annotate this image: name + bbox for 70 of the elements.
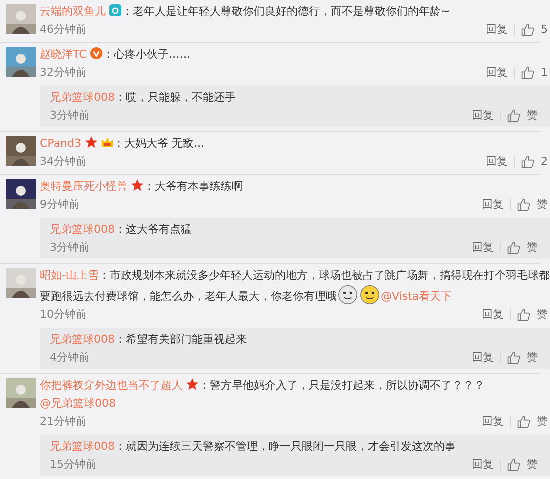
thumbs-up-icon[interactable]	[521, 22, 535, 36]
timestamp: 32分钟前	[40, 65, 87, 81]
like-count: 2	[541, 154, 548, 170]
badge-icon	[90, 47, 103, 60]
timestamp: 10分钟前	[40, 307, 87, 323]
comment-text: 你把裤衩穿外边也当不了超人 ：警方早他妈介入了，只是没打起来，所以协调不了？？？ @兄弟篮球008	[40, 377, 486, 412]
timestamp: 3分钟前	[50, 240, 90, 256]
thumbs-up-icon[interactable]	[507, 350, 521, 364]
username-link[interactable]: 赵晓洋TC	[40, 48, 87, 61]
like-count: 5	[541, 22, 548, 38]
mention-link[interactable]: @Vista看天下	[381, 290, 452, 303]
thumbs-up-icon[interactable]	[521, 154, 535, 168]
crown-icon	[100, 136, 114, 149]
like-count: 赞	[537, 197, 548, 213]
star-icon	[131, 179, 144, 192]
reply-link[interactable]: 回复	[482, 196, 504, 213]
comment-text: ：这大爷有点猛	[115, 223, 192, 236]
reply-link[interactable]: 回复	[472, 239, 494, 256]
timestamp: 4分钟前	[50, 350, 90, 366]
comment-text: CPand3 ：大妈大爷 无敌...	[40, 135, 206, 152]
reply-link[interactable]: 回复	[482, 413, 504, 430]
thumbs-up-icon[interactable]	[517, 198, 531, 212]
like-count: 赞	[527, 108, 538, 124]
reply-link[interactable]: 回复	[482, 306, 504, 323]
mention-link[interactable]: @兄弟篮球008	[40, 397, 116, 410]
reply-link[interactable]: 回复	[472, 107, 494, 124]
timestamp: 15分钟前	[50, 457, 97, 473]
timestamp: 21分钟前	[40, 414, 87, 430]
username-link[interactable]: 兄弟篮球008	[50, 223, 115, 236]
reply-link[interactable]: 回复	[472, 456, 494, 473]
star-icon	[186, 378, 199, 391]
reply-link[interactable]: 回复	[472, 349, 494, 366]
like-count: 1	[541, 65, 548, 81]
thumbs-up-icon[interactable]	[507, 108, 521, 122]
comment-text: ：哎，只能躲，不能还手	[115, 91, 236, 104]
username-link[interactable]: 兄弟篮球008	[50, 91, 115, 104]
comment-text: 赵晓洋TC ：心疼小伙子……	[40, 46, 192, 63]
username-link[interactable]: 昭如-山上雪	[40, 269, 99, 282]
timestamp: 46分钟前	[40, 22, 87, 38]
timestamp: 9分钟前	[40, 197, 80, 213]
camera-icon	[109, 4, 122, 17]
username-link[interactable]: 兄弟篮球008	[50, 333, 115, 346]
username-link[interactable]: 云端的双鱼儿	[40, 5, 106, 18]
like-count: 赞	[537, 414, 548, 430]
timestamp: 3分钟前	[50, 108, 90, 124]
thumbs-up-icon[interactable]	[517, 414, 531, 428]
comment-text: 云端的双鱼儿 ：老年人是让年轻人尊敬你们良好的德行，而不是尊敬你们的年龄~	[40, 3, 452, 20]
star-icon	[84, 136, 98, 149]
like-count: 赞	[527, 457, 538, 473]
thumbs-up-icon[interactable]	[517, 308, 531, 322]
comment-text: 奥特曼压死小怪兽 ：大爷有本事练练啊	[40, 178, 244, 195]
thumbs-up-icon[interactable]	[521, 66, 535, 80]
like-count: 赞	[527, 350, 538, 366]
comment-text: ：就因为连续三天警察不管理，睁一只眼闭一只眼，才会引发这次的事	[115, 440, 456, 453]
comment-text: 昭如-山上雪：市政规划本来就没多少年轻人运动的地方，球场也被占了跳广场舞，搞得现在打个羽毛球都要跑很远去付费球馆，能怎么办，老年人最大，你老你有理哦 @Vista看天下	[40, 268, 550, 306]
emoji-icon	[338, 285, 358, 305]
username-link[interactable]: 你把裤衩穿外边也当不了超人	[40, 379, 183, 392]
username-link[interactable]: CPand3	[40, 137, 82, 150]
reply-link[interactable]: 回复	[486, 21, 508, 38]
reply-link[interactable]: 回复	[486, 64, 508, 81]
like-count: 赞	[537, 307, 548, 323]
reply-link[interactable]: 回复	[486, 153, 508, 170]
username-link[interactable]: 奥特曼压死小怪兽	[40, 180, 128, 193]
thumbs-up-icon[interactable]	[507, 240, 521, 254]
emoji-icon	[360, 285, 380, 305]
comment-text: ：希望有关部门能重视起来	[115, 333, 247, 346]
username-link[interactable]: 兄弟篮球008	[50, 440, 115, 453]
timestamp: 34分钟前	[40, 154, 87, 170]
thumbs-up-icon[interactable]	[507, 458, 521, 472]
like-count: 赞	[527, 240, 538, 256]
